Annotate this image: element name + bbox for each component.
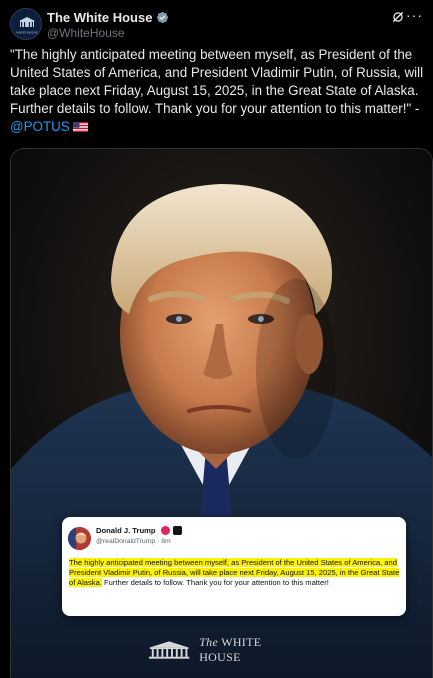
white-house-building-icon bbox=[148, 641, 190, 659]
embedded-author-name: Donald J. Trump bbox=[96, 526, 156, 535]
embedded-plain-text: Further details to follow. Thank you for… bbox=[101, 578, 329, 588]
post-text: "The highly anticipated meeting between … bbox=[10, 46, 425, 136]
white-house-watermark: The WHITE HOUSE bbox=[147, 635, 302, 664]
embedded-badge-icon bbox=[161, 526, 170, 535]
embedded-author-handle: @realDonaldTrump · 8m bbox=[96, 538, 171, 545]
embedded-avatar bbox=[68, 527, 91, 550]
potus-mention-link[interactable]: @POTUS bbox=[10, 119, 70, 134]
grok-icon[interactable] bbox=[391, 10, 405, 24]
watermark-text: The WHITE HOUSE bbox=[199, 635, 302, 665]
post-header: WHITE HOUSE The White House @WhiteHouse … bbox=[10, 8, 423, 42]
verified-badge-icon bbox=[157, 11, 169, 23]
more-icon[interactable]: ··· bbox=[406, 8, 423, 22]
post-media-image[interactable]: Donald J. Trump @realDonaldTrump · 8m Th… bbox=[10, 148, 433, 678]
avatar-text: WHITE HOUSE bbox=[16, 31, 38, 35]
embedded-verified-icon bbox=[173, 526, 182, 535]
post-body: "The highly anticipated meeting between … bbox=[10, 47, 424, 116]
embedded-post-screenshot: Donald J. Trump @realDonaldTrump · 8m Th… bbox=[62, 517, 406, 616]
watermark-the: The bbox=[199, 635, 219, 649]
author-display-name[interactable]: The White House bbox=[47, 10, 152, 25]
embedded-post-text: The highly anticipated meeting between m… bbox=[69, 558, 403, 589]
author-handle[interactable]: @WhiteHouse bbox=[47, 26, 125, 40]
author-avatar[interactable]: WHITE HOUSE bbox=[10, 8, 42, 40]
us-flag-icon bbox=[72, 122, 88, 132]
